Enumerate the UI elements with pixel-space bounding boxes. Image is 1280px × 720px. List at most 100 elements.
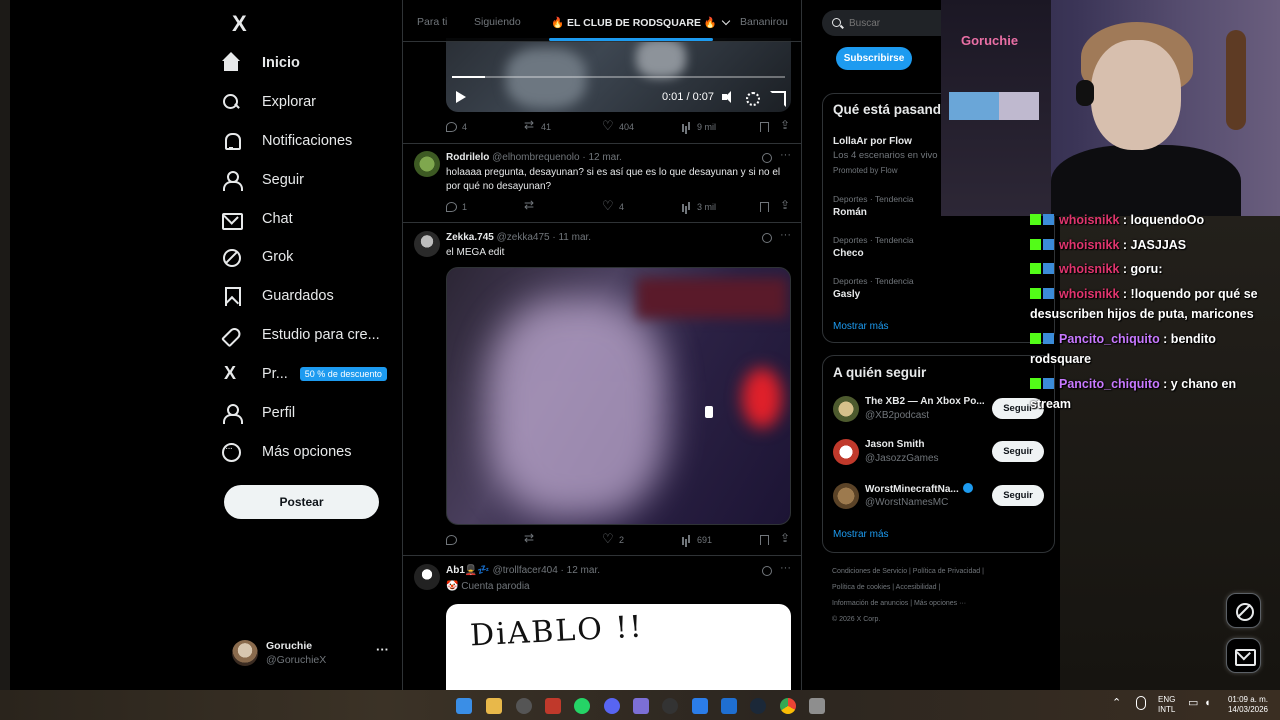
obs-icon[interactable] <box>516 698 532 714</box>
share-button[interactable] <box>780 531 797 545</box>
search-input[interactable] <box>849 17 949 29</box>
discord-icon[interactable] <box>604 698 620 714</box>
tab-following[interactable]: Siguiendo <box>474 16 521 28</box>
post-more-icon[interactable]: ··· <box>780 229 791 241</box>
like-button[interactable]: 4 <box>602 198 624 214</box>
subscribe-button[interactable]: Subscribirse <box>836 47 912 70</box>
bookmark-button[interactable] <box>760 202 774 212</box>
nav-follow[interactable]: Seguir <box>222 163 304 197</box>
tab-bananirou[interactable]: Bananirou <box>740 16 788 28</box>
repost-button[interactable]: 41 <box>524 118 551 132</box>
trend-name[interactable]: Román <box>833 207 867 218</box>
repost-button[interactable] <box>524 198 541 212</box>
footer-line[interactable]: Condiciones de Servicio | Política de Pr… <box>832 564 1032 580</box>
grok-icon[interactable] <box>762 153 772 163</box>
app-icon[interactable] <box>721 698 737 714</box>
post-button[interactable]: Postear <box>224 485 379 519</box>
bookmark-button[interactable] <box>760 122 774 132</box>
post-date[interactable]: · 11 mar. <box>552 232 591 243</box>
settings-icon[interactable] <box>745 91 760 106</box>
follow-suggestion[interactable]: The XB2 — An Xbox Po... @XB2podcast Segu… <box>833 394 1048 426</box>
avatar[interactable] <box>414 151 440 177</box>
microphone-icon[interactable] <box>1136 696 1146 710</box>
author-name[interactable]: Rodrilelo <box>446 152 489 163</box>
volume-icon[interactable] <box>722 91 734 103</box>
tab-club-rodsquare[interactable]: 🔥 EL CLUB DE RODSQUARE 🔥 <box>551 16 731 29</box>
reply-button[interactable]: 4 <box>446 122 467 132</box>
avatar[interactable] <box>414 564 440 590</box>
author-handle[interactable]: @zekka475 <box>497 232 550 243</box>
nav-profile[interactable]: Perfil <box>222 396 295 430</box>
video-player[interactable]: 0:01 / 0:07 <box>446 38 791 112</box>
tab-for-you[interactable]: Para ti <box>417 16 447 28</box>
whatsapp-icon[interactable] <box>574 698 590 714</box>
author-handle[interactable]: @elhombrequenolo <box>492 152 579 163</box>
nav-notifications[interactable]: Notificaciones <box>222 124 352 158</box>
account-switcher[interactable]: Goruchie @GoruchieX ··· <box>232 638 392 670</box>
footer-line[interactable]: Política de cookies | Accesibilidad | <box>832 580 1032 596</box>
clock[interactable]: 01:09 a. m. 14/03/2026 <box>1224 695 1272 715</box>
nav-grok[interactable]: Grok <box>222 240 293 274</box>
views-button[interactable]: 691 <box>681 535 712 545</box>
nav-home[interactable]: Inicio <box>222 46 300 80</box>
play-icon[interactable] <box>456 91 466 103</box>
reply-button[interactable]: 1 <box>446 202 467 212</box>
bookmark-button[interactable] <box>760 535 774 545</box>
post-date[interactable]: · 12 mar. <box>561 565 600 576</box>
x-logo-icon[interactable]: X <box>232 13 250 35</box>
views-button[interactable]: 9 mil <box>681 122 716 132</box>
author-name[interactable]: Ab1💂‍♂️💤 <box>446 565 490 576</box>
follow-suggestion[interactable]: WorstMinecraftNa... @WorstNamesMC Seguir <box>833 481 1048 513</box>
file-explorer-icon[interactable] <box>486 698 502 714</box>
language-indicator[interactable]: ENG INTL <box>1158 695 1175 715</box>
steam-icon[interactable] <box>750 698 766 714</box>
fullscreen-icon[interactable] <box>770 91 786 107</box>
views-button[interactable]: 3 mil <box>681 202 716 212</box>
grok-floating-button[interactable] <box>1226 593 1261 628</box>
post-more-icon[interactable]: ··· <box>780 562 791 574</box>
follow-suggestion[interactable]: Jason Smith @JasozzGames Seguir <box>833 437 1048 469</box>
trend-name[interactable]: Checo <box>833 248 864 259</box>
notes-icon[interactable] <box>633 698 649 714</box>
share-button[interactable] <box>780 118 797 132</box>
nav-creator-studio[interactable]: Estudio para cre... <box>222 318 380 352</box>
app-icon[interactable] <box>692 698 708 714</box>
trend-name[interactable]: LollaAr por Flow <box>833 136 912 147</box>
author-name[interactable]: Zekka.745 <box>446 232 494 243</box>
repost-button[interactable] <box>524 531 541 545</box>
author-handle[interactable]: @trollfacer404 <box>493 565 558 576</box>
show-more-link[interactable]: Mostrar más <box>833 321 889 332</box>
volume-icon[interactable]: ◖ <box>1204 698 1211 709</box>
start-icon[interactable] <box>456 698 472 714</box>
nav-bookmarks[interactable]: Guardados <box>222 279 334 313</box>
follow-button[interactable]: Seguir <box>992 441 1044 462</box>
video-progress-bar[interactable] <box>452 76 785 78</box>
chrome-icon[interactable] <box>780 698 796 714</box>
network-icon[interactable]: ▭ <box>1188 698 1198 709</box>
nav-chat[interactable]: Chat <box>222 202 293 236</box>
video-player[interactable] <box>446 267 791 525</box>
show-more-link[interactable]: Mostrar más <box>833 529 889 540</box>
reply-button[interactable] <box>446 535 462 545</box>
app-icon[interactable] <box>662 698 678 714</box>
account-more-icon[interactable]: ··· <box>376 642 389 657</box>
footer-line[interactable]: Información de anuncios | Más opciones ·… <box>832 596 1032 612</box>
grok-icon[interactable] <box>762 233 772 243</box>
avatar[interactable] <box>414 231 440 257</box>
chevron-up-icon[interactable]: ⌃ <box>1112 698 1121 709</box>
like-button[interactable]: 404 <box>602 118 634 134</box>
trend-name[interactable]: Gasly <box>833 289 860 300</box>
chevron-down-icon[interactable] <box>721 16 731 26</box>
follow-button[interactable]: Seguir <box>992 485 1044 506</box>
post-more-icon[interactable]: ··· <box>780 149 791 161</box>
app-icon[interactable] <box>545 698 561 714</box>
share-button[interactable] <box>780 198 797 212</box>
app-icon[interactable] <box>809 698 825 714</box>
like-button[interactable]: 2 <box>602 531 624 547</box>
nav-explore[interactable]: Explorar <box>222 85 316 119</box>
messages-floating-button[interactable] <box>1226 638 1261 673</box>
nav-more[interactable]: Más opciones <box>222 435 351 469</box>
grok-icon[interactable] <box>762 566 772 576</box>
nav-premium[interactable]: Pr... 50 % de descuento <box>222 357 387 391</box>
post-date[interactable]: · 12 mar. <box>582 152 621 163</box>
